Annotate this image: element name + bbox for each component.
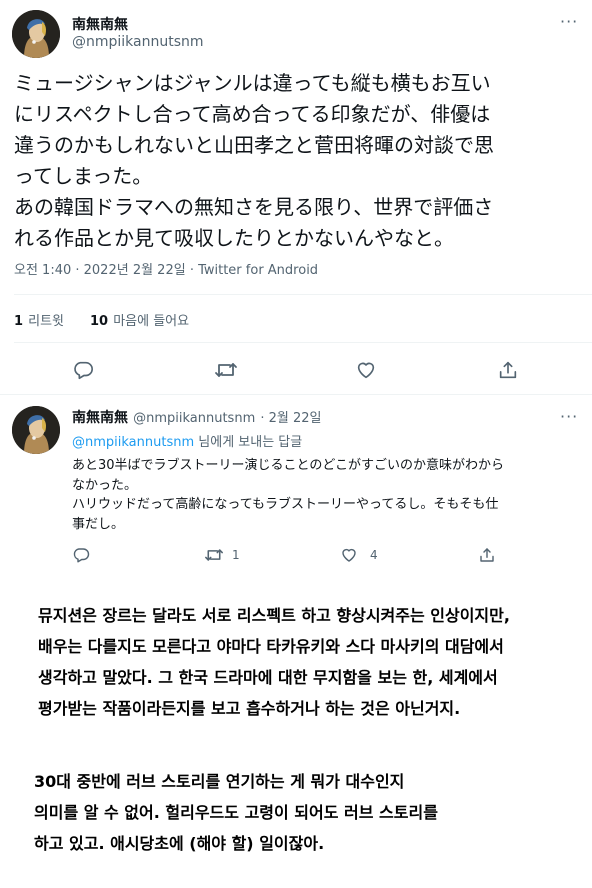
divider xyxy=(14,294,592,295)
translation-paragraph-1: 뮤지션은 장르는 달라도 서로 리스펙트 하고 향상시켜주는 인상이지만, 배우… xyxy=(38,606,510,718)
retweet-icon[interactable] xyxy=(214,359,238,381)
translation-paragraph-2: 30대 중반에 러브 스토리를 연기하는 게 뭐가 대수인지 의미를 알 수 없… xyxy=(34,772,438,853)
like-label: 마음에 들어요 xyxy=(113,314,190,329)
tweet-timestamp[interactable]: 오전 1:40 · 2022년 2월 22일 · Twitter for And… xyxy=(14,259,318,278)
reply-icon[interactable] xyxy=(72,359,94,381)
reply-to-line: @nmpiikannutsnm 님에게 보내는 답글 xyxy=(72,431,302,450)
reply-icon[interactable] xyxy=(72,546,90,564)
more-icon[interactable]: ··· xyxy=(560,12,578,31)
more-icon[interactable]: ··· xyxy=(560,407,578,426)
retweet-count: 1 xyxy=(14,314,24,329)
like-count: 10 xyxy=(90,314,109,329)
reply-header: 南無南無 @nmpiikannutsnm · 2월 22일 xyxy=(72,407,321,427)
reply-to-mention[interactable]: @nmpiikannutsnm xyxy=(72,435,194,450)
user-handle[interactable]: @nmpiikannutsnm xyxy=(72,34,204,50)
reply-text: あと30半ばでラブストーリー演じることのどこがすごいのか意味がわから なかった。… xyxy=(72,458,505,532)
retweet-icon[interactable] xyxy=(204,546,224,564)
share-icon[interactable] xyxy=(478,546,496,564)
reply-like-count: 4 xyxy=(370,548,378,562)
reply-date[interactable]: · 2월 22일 xyxy=(260,411,321,426)
display-name[interactable]: 南無南無 xyxy=(72,14,128,34)
reply-to-suffix: 님에게 보내는 답글 xyxy=(194,435,303,450)
like-stat[interactable]: 10 마음에 들어요 xyxy=(90,310,189,329)
divider xyxy=(0,394,592,395)
avatar[interactable] xyxy=(12,10,60,58)
reply-handle[interactable]: @nmpiikannutsnm xyxy=(133,411,255,426)
retweet-stat[interactable]: 1 리트윗 xyxy=(14,310,64,329)
reply-avatar[interactable] xyxy=(12,406,60,454)
tweet-text: ミュージシャンはジャンルは違っても縦も横もお互い にリスペクトし合って高め合って… xyxy=(14,71,494,250)
reply-display-name[interactable]: 南無南無 xyxy=(72,410,128,426)
like-icon[interactable] xyxy=(355,359,377,381)
retweet-label: 리트윗 xyxy=(28,314,65,329)
like-icon[interactable] xyxy=(340,546,358,564)
reply-retweet-count: 1 xyxy=(232,548,240,562)
share-icon[interactable] xyxy=(497,359,519,381)
divider xyxy=(14,342,592,343)
